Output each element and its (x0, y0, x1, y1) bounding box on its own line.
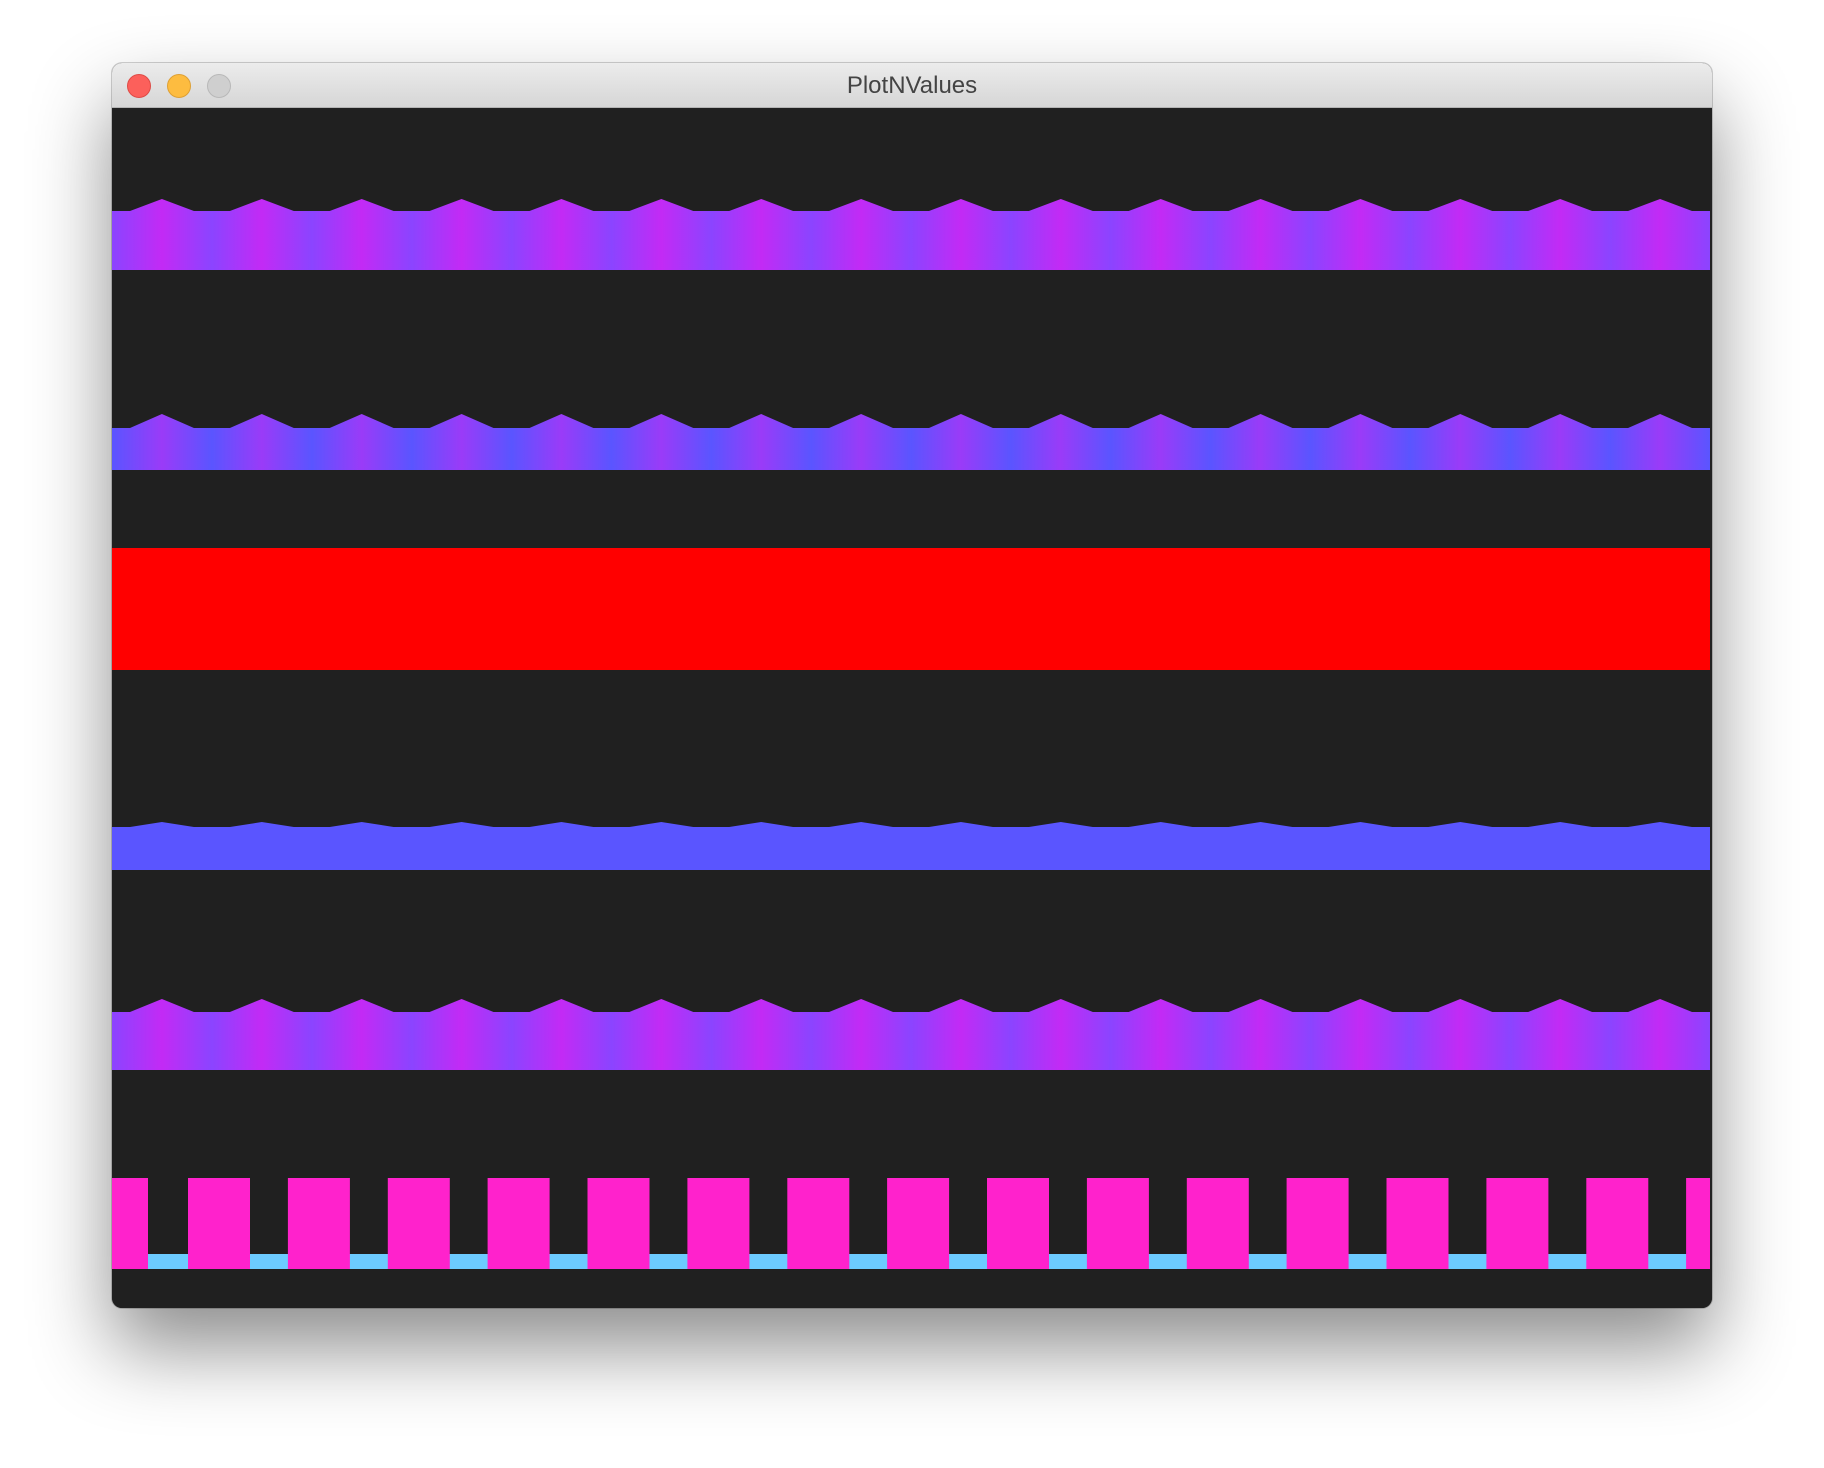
wave-track-4 (112, 822, 1710, 870)
pulse-bar-5 (587, 1178, 650, 1269)
pulse-bar-2 (287, 1178, 350, 1269)
wave-track-2 (112, 414, 1710, 470)
pulse-bar-8 (887, 1178, 950, 1269)
wave-track-1 (112, 199, 1710, 270)
pulse-bar-14 (1486, 1178, 1549, 1269)
pulse-bar-6 (687, 1178, 750, 1269)
pulse-bar-0 (112, 1178, 148, 1269)
pulse-bar-4 (487, 1178, 550, 1269)
pulse-bar-13 (1386, 1178, 1449, 1269)
app-window: PlotNValues (112, 63, 1712, 1308)
pulse-bar-10 (1086, 1178, 1149, 1269)
pulse-bar-1 (188, 1178, 250, 1269)
pulse-bar-11 (1186, 1178, 1249, 1269)
wave-track-5 (112, 999, 1710, 1070)
pulse-bar-9 (987, 1178, 1049, 1269)
title-bar[interactable]: PlotNValues (112, 63, 1712, 108)
pulse-bar-16 (1686, 1178, 1710, 1269)
plot-svg (112, 199, 1710, 1269)
window-title: PlotNValues (846, 72, 978, 99)
plot-canvas[interactable] (112, 108, 1712, 1308)
pulse-bar-7 (787, 1178, 850, 1269)
pulse-bar-3 (387, 1178, 450, 1269)
pulse-bar-12 (1286, 1178, 1349, 1269)
solid-track-3 (112, 548, 1710, 670)
pulse-bar-15 (1586, 1178, 1649, 1269)
